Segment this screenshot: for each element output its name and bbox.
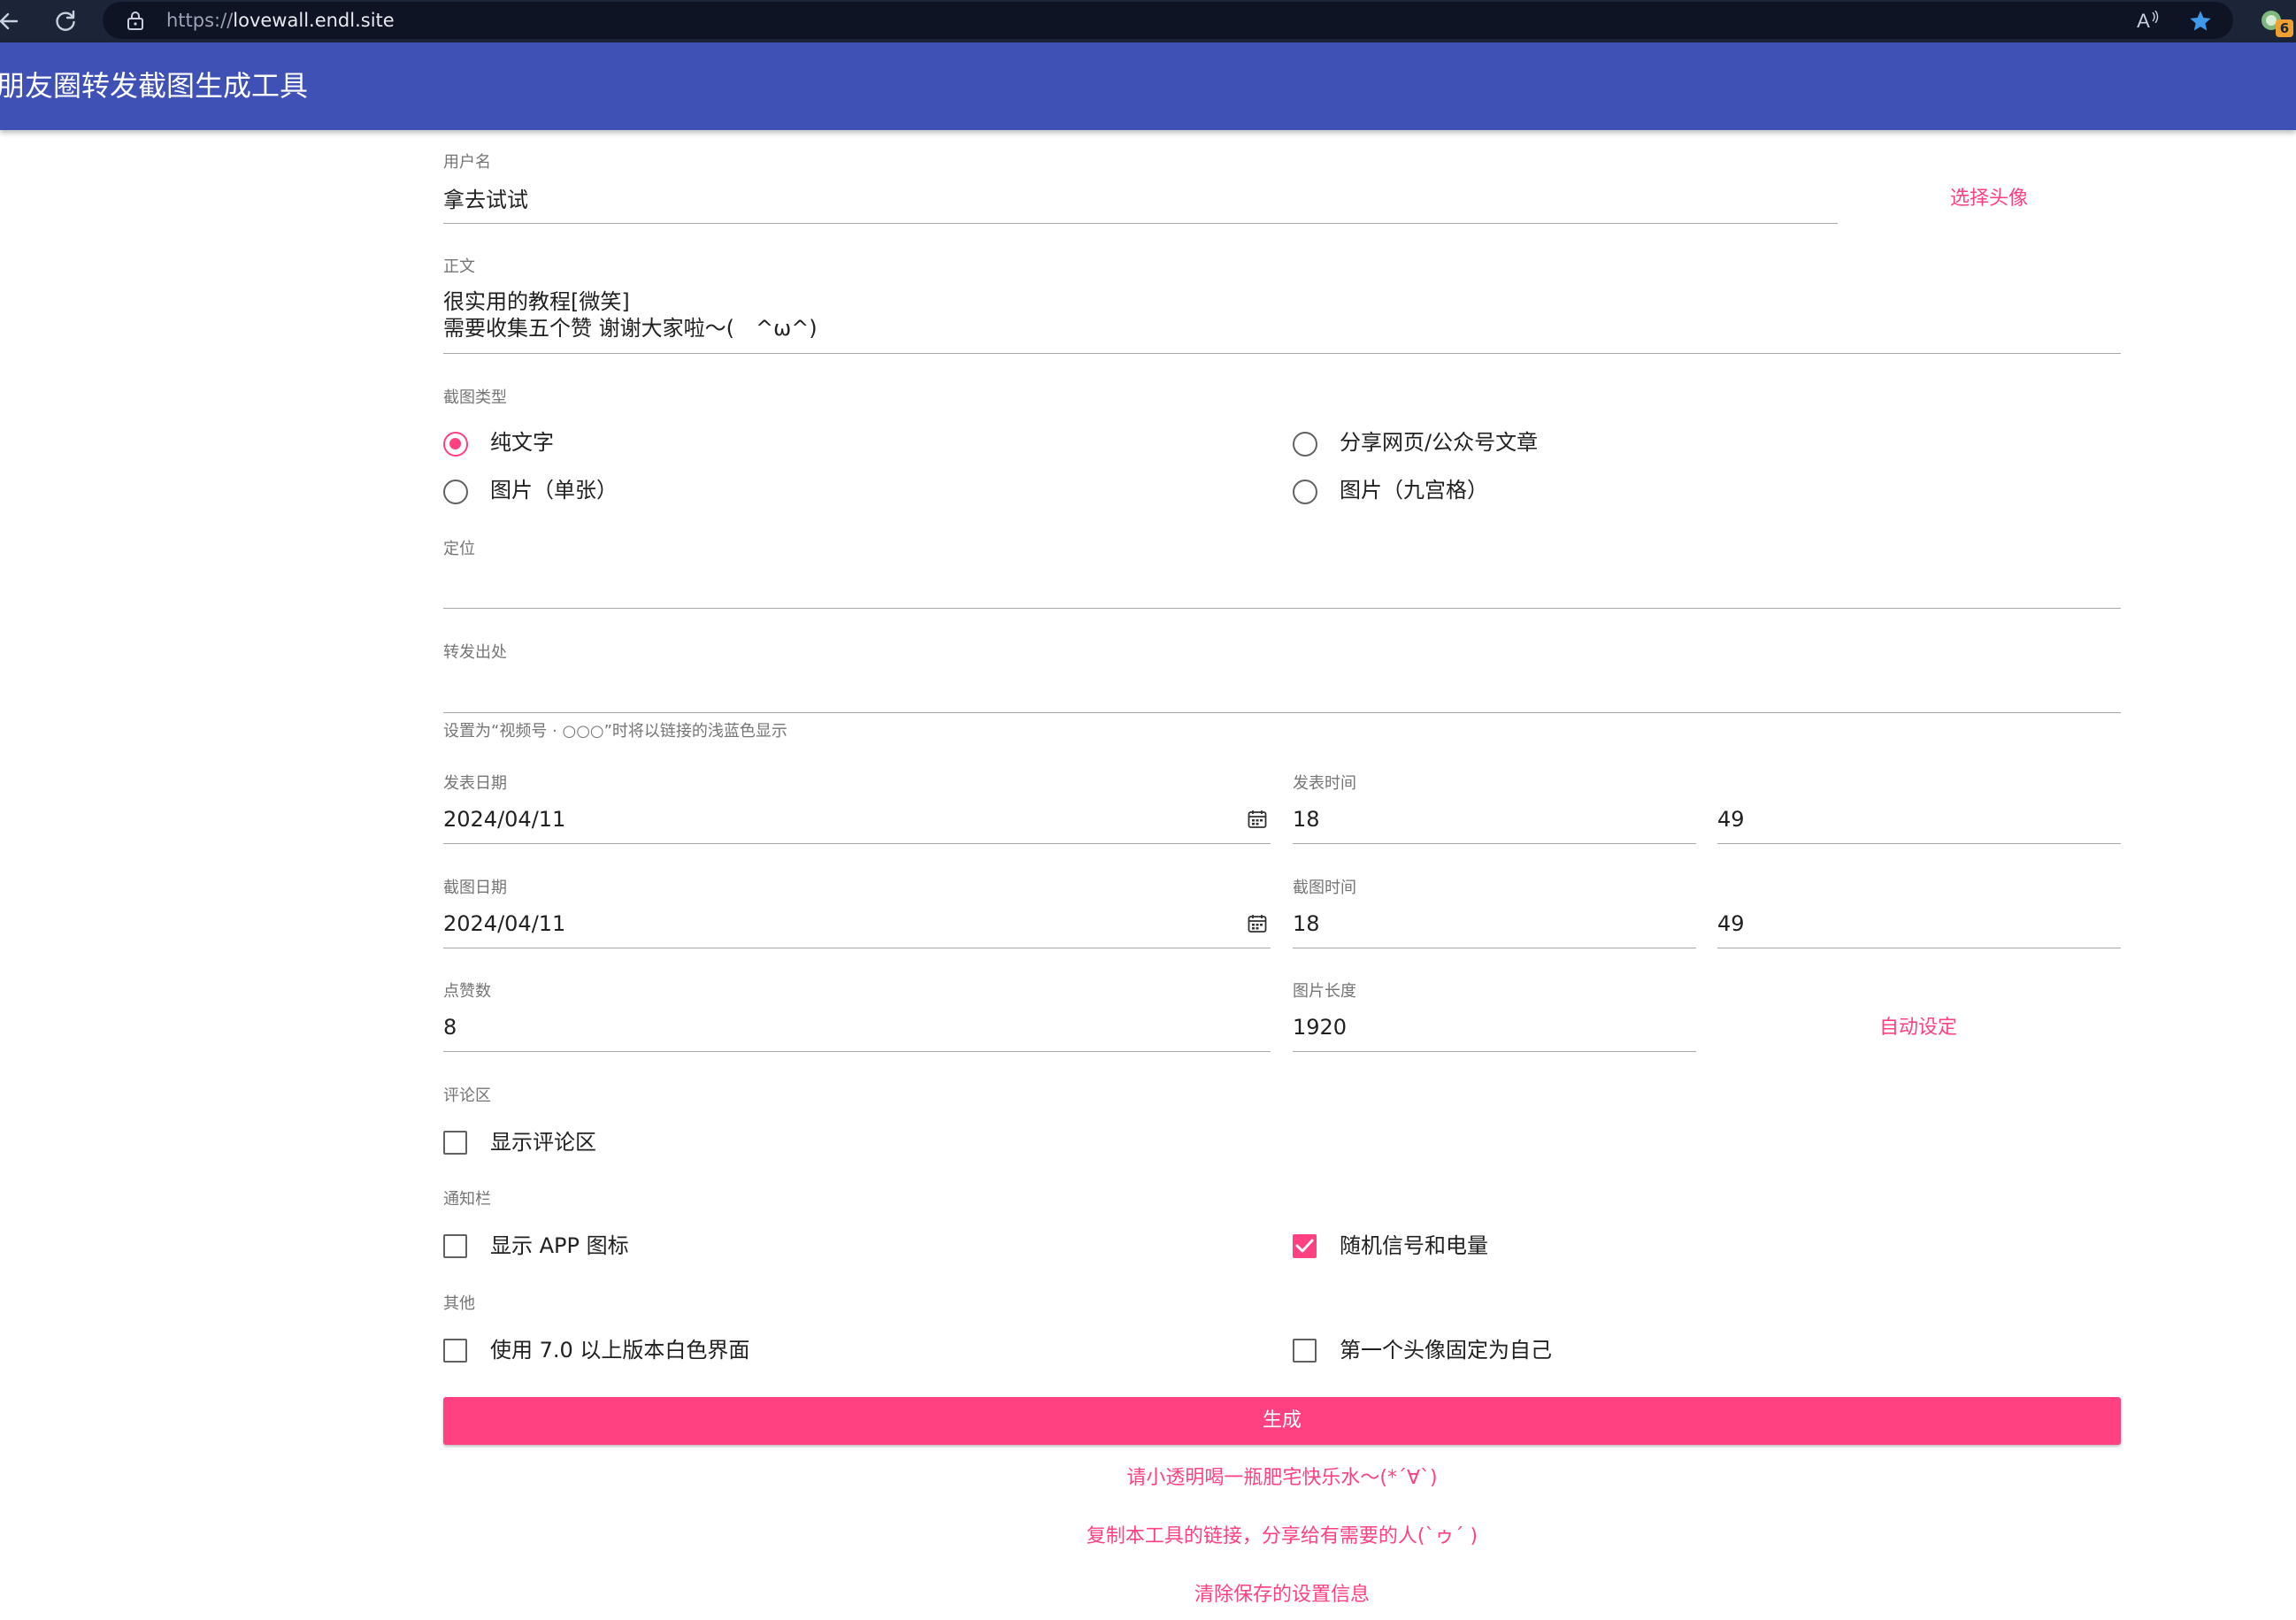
image-length-input[interactable]: 1920 [1293, 1014, 1347, 1040]
random-signal-label[interactable]: 随机信号和电量 [1340, 1232, 1488, 1259]
username-label: 用户名 [443, 153, 491, 172]
location-underline [443, 608, 2121, 609]
location-input[interactable] [443, 572, 2121, 607]
white-ui-checkbox[interactable] [443, 1339, 467, 1363]
content-textarea[interactable]: 很实用的教程[微笑] 需要收集五个赞 谢谢大家啦～( ^ω^) [443, 288, 2121, 347]
generate-button[interactable]: 生成 [443, 1397, 2121, 1445]
show-comments-label[interactable]: 显示评论区 [490, 1129, 596, 1155]
publish-date-input[interactable]: 2024/04/11 [443, 806, 565, 833]
comments-label: 评论区 [443, 1086, 491, 1105]
publish-date-label: 发表日期 [443, 774, 507, 793]
radio-share-article[interactable] [1293, 432, 1317, 457]
publish-minute-underline [1717, 843, 2121, 844]
location-label: 定位 [443, 540, 475, 558]
radio-single-image-label[interactable]: 图片（单张） [490, 477, 618, 503]
calendar-icon[interactable] [1247, 809, 1268, 830]
capture-hour-input[interactable]: 18 [1293, 910, 1320, 937]
source-input[interactable] [443, 675, 2121, 710]
fixed-avatar-label[interactable]: 第一个头像固定为自己 [1340, 1337, 1552, 1363]
publish-minute-input[interactable]: 49 [1717, 806, 1745, 833]
fixed-avatar-checkbox[interactable] [1293, 1339, 1317, 1363]
content-label: 正文 [443, 257, 475, 276]
choose-avatar-button[interactable]: 选择头像 [1950, 187, 2028, 211]
capture-minute-input[interactable]: 49 [1717, 910, 1745, 937]
source-helper-text: 设置为“视频号 · ○○○”时将以链接的浅蓝色显示 [443, 722, 787, 741]
image-length-label: 图片长度 [1293, 982, 1356, 1001]
share-link[interactable]: 复制本工具的链接，分享给有需要的人(`ゥ´ ) [443, 1524, 2121, 1549]
settings-form: 用户名 拿去试试 选择头像 正文 很实用的教程[微笑] 需要收集五个赞 谢谢大家… [0, 0, 2296, 1620]
radio-nine-grid-label[interactable]: 图片（九宫格） [1340, 477, 1488, 503]
donate-link[interactable]: 请小透明喝一瓶肥宅快乐水～(*´∀`) [443, 1466, 2121, 1491]
capture-date-input[interactable]: 2024/04/11 [443, 910, 565, 937]
likes-underline [443, 1051, 1271, 1052]
show-app-icon-label[interactable]: 显示 APP 图标 [490, 1232, 629, 1259]
likes-label: 点赞数 [443, 982, 491, 1001]
checkmark-icon [1295, 1239, 1314, 1253]
username-underline [443, 223, 1838, 224]
content-underline [443, 353, 2121, 354]
username-input[interactable]: 拿去试试 [443, 187, 528, 213]
show-app-icon-checkbox[interactable] [443, 1234, 467, 1258]
radio-single-image[interactable] [443, 480, 468, 504]
radio-text-only[interactable] [443, 432, 468, 457]
source-underline [443, 712, 2121, 713]
clear-settings-link[interactable]: 清除保存的设置信息 [443, 1583, 2121, 1608]
image-length-underline [1293, 1051, 1696, 1052]
show-comments-checkbox[interactable] [443, 1131, 467, 1155]
likes-input[interactable]: 8 [443, 1014, 457, 1040]
auto-set-button[interactable]: 自动设定 [1879, 1016, 1957, 1040]
random-signal-checkbox[interactable] [1293, 1234, 1317, 1258]
content-line-2: 需要收集五个赞 谢谢大家啦～( ^ω^) [443, 316, 818, 341]
publish-date-underline [443, 843, 1271, 844]
white-ui-label[interactable]: 使用 7.0 以上版本白色界面 [490, 1337, 749, 1363]
publish-hour-underline [1293, 843, 1696, 844]
other-label: 其他 [443, 1294, 475, 1313]
capture-time-label: 截图时间 [1293, 879, 1356, 897]
notification-label: 通知栏 [443, 1190, 491, 1209]
radio-share-article-label[interactable]: 分享网页/公众号文章 [1340, 429, 1538, 456]
radio-nine-grid[interactable] [1293, 480, 1317, 504]
source-label: 转发出处 [443, 643, 507, 662]
screenshot-type-label: 截图类型 [443, 388, 507, 407]
calendar-icon[interactable] [1247, 913, 1268, 934]
capture-date-label: 截图日期 [443, 879, 507, 897]
publish-time-label: 发表时间 [1293, 774, 1356, 793]
publish-hour-input[interactable]: 18 [1293, 806, 1320, 833]
radio-text-only-label[interactable]: 纯文字 [490, 429, 554, 456]
content-line-1: 很实用的教程[微笑] [443, 289, 630, 314]
